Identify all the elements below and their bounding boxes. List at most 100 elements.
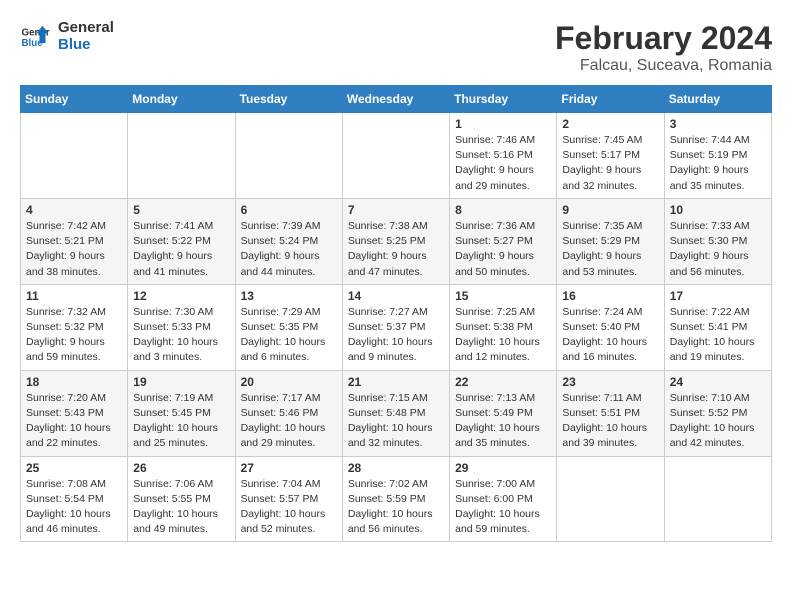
calendar-header: SundayMondayTuesdayWednesdayThursdayFrid…: [21, 86, 772, 113]
calendar-day-cell: 1 Sunrise: 7:46 AMSunset: 5:16 PMDaylight…: [450, 113, 557, 199]
calendar-day-cell: 14 Sunrise: 7:27 AMSunset: 5:37 PMDayligh…: [342, 284, 449, 370]
logo-text: General: [58, 20, 114, 37]
day-info: Sunrise: 7:22 AMSunset: 5:41 PMDaylight:…: [670, 305, 766, 366]
day-info: Sunrise: 7:19 AMSunset: 5:45 PMDaylight:…: [133, 391, 229, 452]
day-info: Sunrise: 7:29 AMSunset: 5:35 PMDaylight:…: [241, 305, 337, 366]
calendar-day-cell: 18 Sunrise: 7:20 AMSunset: 5:43 PMDayligh…: [21, 370, 128, 456]
weekday-header: Monday: [128, 86, 235, 113]
day-number: 23: [562, 375, 658, 389]
calendar-day-cell: 15Sunrise: 7:25 AMSunset: 5:38 PMDayligh…: [450, 284, 557, 370]
day-number: 22: [455, 375, 551, 389]
day-number: 17: [670, 289, 766, 303]
calendar-day-cell: 28Sunrise: 7:02 AMSunset: 5:59 PMDayligh…: [342, 456, 449, 542]
day-info: Sunrise: 7:33 AMSunset: 5:30 PMDaylight:…: [670, 219, 766, 280]
calendar-day-cell: [235, 113, 342, 199]
weekday-header: Saturday: [664, 86, 771, 113]
calendar-day-cell: 5Sunrise: 7:41 AMSunset: 5:22 PMDaylight…: [128, 198, 235, 284]
day-info: Sunrise: 7:30 AMSunset: 5:33 PMDaylight:…: [133, 305, 229, 366]
day-number: 25: [26, 461, 122, 475]
calendar-day-cell: 3Sunrise: 7:44 AMSunset: 5:19 PMDaylight…: [664, 113, 771, 199]
day-number: 29: [455, 461, 551, 475]
day-number: 12: [133, 289, 229, 303]
calendar-day-cell: 27 Sunrise: 7:04 AMSunset: 5:57 PMDayligh…: [235, 456, 342, 542]
day-number: 8: [455, 203, 551, 217]
day-number: 1: [455, 117, 551, 131]
calendar-day-cell: 20Sunrise: 7:17 AMSunset: 5:46 PMDayligh…: [235, 370, 342, 456]
calendar-week-row: 25 Sunrise: 7:08 AMSunset: 5:54 PMDayligh…: [21, 456, 772, 542]
day-number: 11: [26, 289, 122, 303]
day-info: Sunrise: 7:27 AMSunset: 5:37 PMDaylight:…: [348, 305, 444, 366]
calendar-day-cell: 19 Sunrise: 7:19 AMSunset: 5:45 PMDayligh…: [128, 370, 235, 456]
calendar-day-cell: [664, 456, 771, 542]
day-info: Sunrise: 7:46 AMSunset: 5:16 PMDaylight:…: [455, 133, 551, 194]
calendar-day-cell: 2Sunrise: 7:45 AMSunset: 5:17 PMDaylight…: [557, 113, 664, 199]
day-number: 13: [241, 289, 337, 303]
calendar-day-cell: 29 Sunrise: 7:00 AMSunset: 6:00 PMDayligh…: [450, 456, 557, 542]
weekday-header: Sunday: [21, 86, 128, 113]
day-number: 4: [26, 203, 122, 217]
calendar-day-cell: 12 Sunrise: 7:30 AMSunset: 5:33 PMDayligh…: [128, 284, 235, 370]
weekday-header: Thursday: [450, 86, 557, 113]
day-number: 21: [348, 375, 444, 389]
day-number: 19: [133, 375, 229, 389]
day-number: 14: [348, 289, 444, 303]
calendar-day-cell: 13 Sunrise: 7:29 AMSunset: 5:35 PMDayligh…: [235, 284, 342, 370]
day-number: 6: [241, 203, 337, 217]
day-number: 10: [670, 203, 766, 217]
day-number: 18: [26, 375, 122, 389]
calendar-week-row: 1 Sunrise: 7:46 AMSunset: 5:16 PMDaylight…: [21, 113, 772, 199]
calendar-day-cell: [342, 113, 449, 199]
day-info: Sunrise: 7:08 AMSunset: 5:54 PMDaylight:…: [26, 477, 122, 538]
calendar-day-cell: 24Sunrise: 7:10 AMSunset: 5:52 PMDayligh…: [664, 370, 771, 456]
logo: General Blue General Blue: [20, 20, 114, 53]
day-info: Sunrise: 7:06 AMSunset: 5:55 PMDaylight:…: [133, 477, 229, 538]
day-number: 28: [348, 461, 444, 475]
calendar-day-cell: [557, 456, 664, 542]
weekday-header: Wednesday: [342, 86, 449, 113]
calendar-day-cell: 7Sunrise: 7:38 AMSunset: 5:25 PMDaylight…: [342, 198, 449, 284]
calendar-day-cell: 8 Sunrise: 7:36 AMSunset: 5:27 PMDaylight…: [450, 198, 557, 284]
calendar-day-cell: 26 Sunrise: 7:06 AMSunset: 5:55 PMDayligh…: [128, 456, 235, 542]
day-number: 9: [562, 203, 658, 217]
calendar-title-area: February 2024 Falcau, Suceava, Romania: [555, 20, 772, 75]
day-info: Sunrise: 7:04 AMSunset: 5:57 PMDaylight:…: [241, 477, 337, 538]
calendar-table: SundayMondayTuesdayWednesdayThursdayFrid…: [20, 85, 772, 542]
calendar-day-cell: 16Sunrise: 7:24 AMSunset: 5:40 PMDayligh…: [557, 284, 664, 370]
day-number: 24: [670, 375, 766, 389]
day-number: 26: [133, 461, 229, 475]
day-number: 20: [241, 375, 337, 389]
day-info: Sunrise: 7:42 AMSunset: 5:21 PMDaylight:…: [26, 219, 122, 280]
day-number: 27: [241, 461, 337, 475]
calendar-day-cell: [128, 113, 235, 199]
calendar-day-cell: 21 Sunrise: 7:15 AMSunset: 5:48 PMDayligh…: [342, 370, 449, 456]
day-info: Sunrise: 7:44 AMSunset: 5:19 PMDaylight:…: [670, 133, 766, 194]
calendar-day-cell: 22 Sunrise: 7:13 AMSunset: 5:49 PMDayligh…: [450, 370, 557, 456]
day-info: Sunrise: 7:15 AMSunset: 5:48 PMDaylight:…: [348, 391, 444, 452]
weekday-row: SundayMondayTuesdayWednesdayThursdayFrid…: [21, 86, 772, 113]
day-info: Sunrise: 7:39 AMSunset: 5:24 PMDaylight:…: [241, 219, 337, 280]
day-number: 15: [455, 289, 551, 303]
calendar-title: February 2024: [555, 20, 772, 57]
day-number: 2: [562, 117, 658, 131]
calendar-day-cell: 9 Sunrise: 7:35 AMSunset: 5:29 PMDaylight…: [557, 198, 664, 284]
calendar-day-cell: 11 Sunrise: 7:32 AMSunset: 5:32 PMDayligh…: [21, 284, 128, 370]
day-info: Sunrise: 7:13 AMSunset: 5:49 PMDaylight:…: [455, 391, 551, 452]
day-info: Sunrise: 7:32 AMSunset: 5:32 PMDaylight:…: [26, 305, 122, 366]
calendar-day-cell: 23 Sunrise: 7:11 AMSunset: 5:51 PMDayligh…: [557, 370, 664, 456]
calendar-body: 1 Sunrise: 7:46 AMSunset: 5:16 PMDaylight…: [21, 113, 772, 542]
calendar-week-row: 18 Sunrise: 7:20 AMSunset: 5:43 PMDayligh…: [21, 370, 772, 456]
day-info: Sunrise: 7:35 AMSunset: 5:29 PMDaylight:…: [562, 219, 658, 280]
day-info: Sunrise: 7:20 AMSunset: 5:43 PMDaylight:…: [26, 391, 122, 452]
calendar-day-cell: 25 Sunrise: 7:08 AMSunset: 5:54 PMDayligh…: [21, 456, 128, 542]
day-number: 5: [133, 203, 229, 217]
day-info: Sunrise: 7:11 AMSunset: 5:51 PMDaylight:…: [562, 391, 658, 452]
calendar-week-row: 4 Sunrise: 7:42 AMSunset: 5:21 PMDaylight…: [21, 198, 772, 284]
calendar-day-cell: 10 Sunrise: 7:33 AMSunset: 5:30 PMDayligh…: [664, 198, 771, 284]
day-info: Sunrise: 7:00 AMSunset: 6:00 PMDaylight:…: [455, 477, 551, 538]
weekday-header: Tuesday: [235, 86, 342, 113]
day-info: Sunrise: 7:36 AMSunset: 5:27 PMDaylight:…: [455, 219, 551, 280]
day-info: Sunrise: 7:24 AMSunset: 5:40 PMDaylight:…: [562, 305, 658, 366]
calendar-day-cell: [21, 113, 128, 199]
logo-blue: Blue: [58, 37, 114, 54]
calendar-day-cell: 4 Sunrise: 7:42 AMSunset: 5:21 PMDaylight…: [21, 198, 128, 284]
